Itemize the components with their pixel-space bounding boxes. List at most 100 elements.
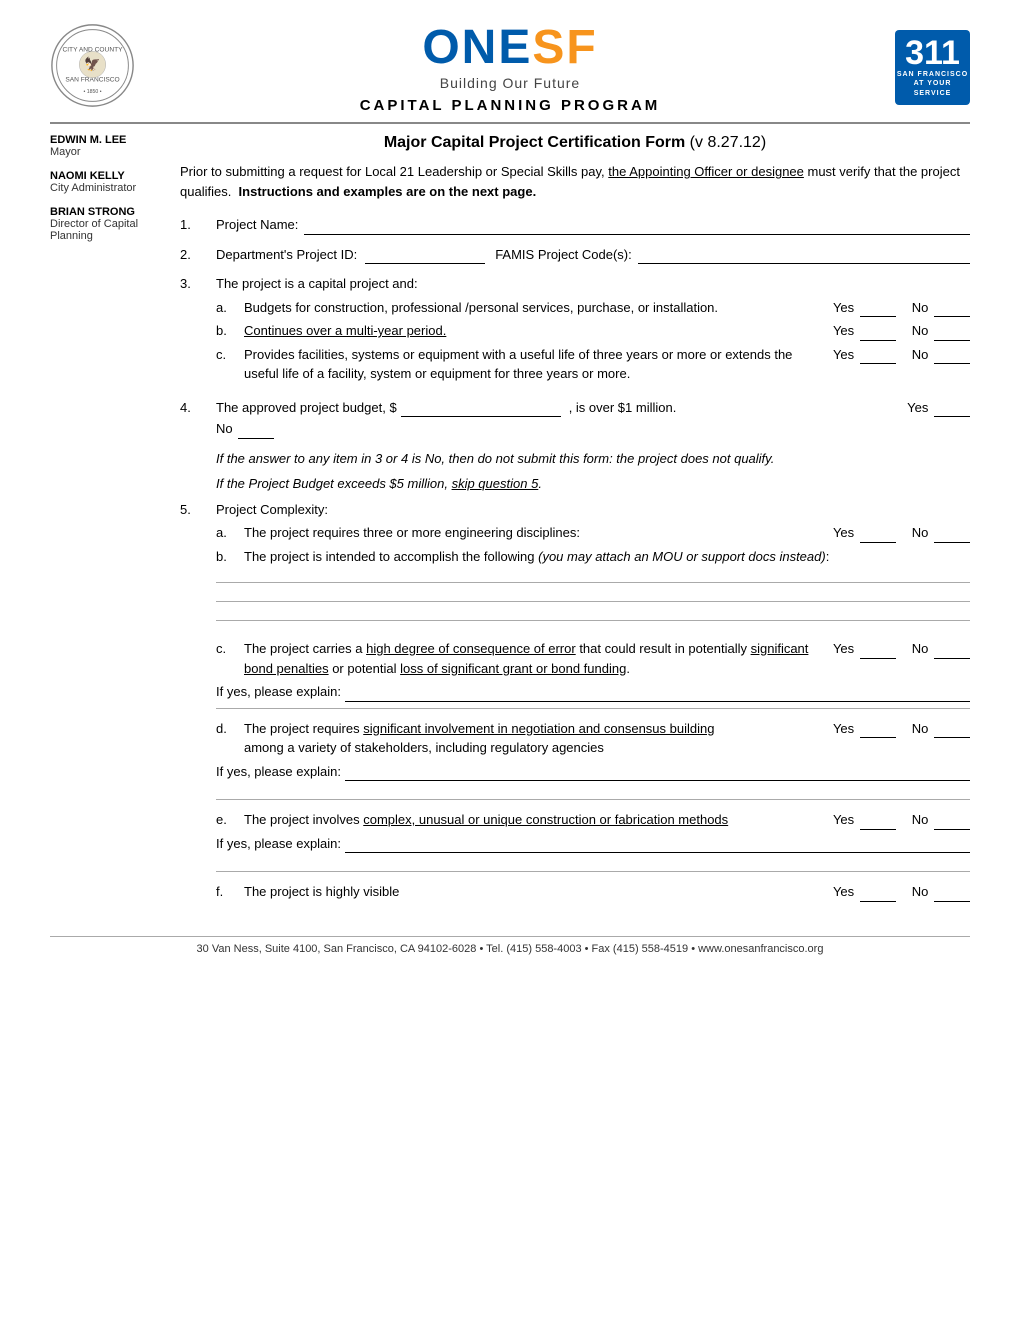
q5e-yn: Yes No: [823, 810, 970, 830]
q5e-text: The project involves complex, unusual or…: [244, 810, 823, 830]
q4-field[interactable]: [401, 416, 561, 417]
badge-311-container: 311 SAN FRANCISCOAT YOUR SERVICE: [880, 30, 970, 105]
person2-name: NAOMI KELLY: [50, 170, 170, 182]
q5e-yes-label: Yes: [833, 810, 896, 830]
q5d-yes-blank[interactable]: [860, 737, 896, 738]
q3a-yes-blank[interactable]: [860, 316, 896, 317]
q3c-text: Provides facilities, systems or equipmen…: [244, 345, 823, 384]
q3b-no-blank[interactable]: [934, 340, 970, 341]
q5d-underline: significant involvement in negotiation a…: [363, 721, 714, 736]
q4-body: The approved project budget, $ , is over…: [216, 398, 970, 439]
q5c-write-line: [216, 708, 970, 709]
q5a-yes-label: Yes: [833, 523, 896, 543]
q3b-row: Continues over a multi-year period. Yes …: [244, 321, 970, 341]
svg-text:🦅: 🦅: [84, 55, 100, 71]
q3b-yes-blank[interactable]: [860, 340, 896, 341]
q3c-yes-blank[interactable]: [860, 363, 896, 364]
q5e-underline: complex, unusual or unique construction …: [363, 812, 728, 827]
italic-note1: If the answer to any item in 3 or 4 is N…: [216, 449, 970, 469]
q4-mid: , is over $1 million.: [565, 398, 677, 418]
q5d-explain-label: If yes, please explain:: [216, 762, 345, 782]
q3c: c. Provides facilities, systems or equip…: [216, 345, 970, 384]
q5b-text: The project is intended to accomplish th…: [244, 547, 970, 567]
q5b-line3[interactable]: [216, 620, 970, 621]
q2-body: Department's Project ID: FAMIS Project C…: [216, 245, 970, 265]
question-4: 4. The approved project budget, $ , is o…: [180, 398, 970, 439]
sf-seal: CITY AND COUNTY SAN FRANCISCO SEAL 🦅 • 1…: [50, 23, 140, 111]
q5f-row: The project is highly visible Yes No: [244, 882, 970, 902]
onesf-logo: ONESF Building Our Future: [140, 20, 880, 91]
q1-number: 1.: [180, 215, 216, 232]
q5e-explain: If yes, please explain:: [216, 834, 970, 854]
q3c-letter: c.: [216, 345, 244, 365]
q5c-explain-field[interactable]: [345, 688, 970, 702]
q3b-text: Continues over a multi-year period.: [244, 321, 823, 341]
q5-label: Project Complexity:: [216, 500, 970, 520]
person3-name: BRIAN STRONG: [50, 206, 170, 218]
q5b-lines: [216, 582, 970, 621]
q4-number: 4.: [180, 398, 216, 415]
q2-famis: FAMIS Project Code(s):: [495, 245, 970, 265]
q5b-line1[interactable]: [216, 582, 970, 583]
q5c-yes-label: Yes: [833, 639, 896, 659]
header-center: ONESF Building Our Future CAPITAL PLANNI…: [140, 20, 880, 114]
q5f-no-label: No: [912, 882, 970, 902]
q1-label: Project Name:: [216, 215, 304, 235]
q2-dept-field[interactable]: [365, 250, 485, 264]
q3a-row: Budgets for construction, professional /…: [244, 298, 970, 318]
q5f-letter: f.: [216, 882, 244, 902]
q4-no-blank[interactable]: [238, 438, 274, 439]
q5-number: 5.: [180, 500, 216, 517]
q3a-yes-label: Yes: [833, 298, 896, 318]
badge-city: SAN FRANCISCOAT YOUR SERVICE: [895, 70, 970, 97]
q5d-letter: d.: [216, 719, 244, 739]
form-version: (v 8.27.12): [690, 134, 766, 151]
q5f-no-blank[interactable]: [934, 901, 970, 902]
q5d-no-blank[interactable]: [934, 737, 970, 738]
italic-note2: If the Project Budget exceeds $5 million…: [216, 474, 970, 494]
q5f-yes-blank[interactable]: [860, 901, 896, 902]
form-content: Major Capital Project Certification Form…: [180, 134, 970, 916]
q5b-line2[interactable]: [216, 601, 970, 602]
q5d-yn: Yes No: [823, 719, 970, 739]
q5e-yes-blank[interactable]: [860, 829, 896, 830]
q5d-no-label: No: [912, 719, 970, 739]
q5c-row: The project carries a high degree of con…: [244, 639, 970, 678]
q5a-text: The project requires three or more engin…: [244, 523, 823, 543]
sidebar-person1: EDWIN M. LEE Mayor: [50, 134, 170, 158]
q3c-no-blank[interactable]: [934, 363, 970, 364]
q5e-write-line: [216, 871, 970, 872]
q5e-explain-field[interactable]: [345, 839, 970, 853]
q2-famis-field[interactable]: [638, 250, 970, 264]
header-divider: [50, 122, 970, 124]
q5a-no-blank[interactable]: [934, 542, 970, 543]
q5e-no-blank[interactable]: [934, 829, 970, 830]
q5c-letter: c.: [216, 639, 244, 659]
person2-title: City Administrator: [50, 182, 170, 194]
q4-label: The approved project budget, $: [216, 398, 397, 418]
q5c-no-blank[interactable]: [934, 658, 970, 659]
page: CITY AND COUNTY SAN FRANCISCO SEAL 🦅 • 1…: [0, 0, 1020, 1320]
q5a-yes-blank[interactable]: [860, 542, 896, 543]
q3-number: 3.: [180, 274, 216, 291]
q3c-yn: Yes No: [823, 345, 970, 365]
q5c-underline1: high degree of consequence of error: [366, 641, 576, 656]
onesf-text: ONESF: [422, 20, 597, 75]
q5c-yn: Yes No: [823, 639, 970, 659]
q5a-no-label: No: [912, 523, 970, 543]
q1-field[interactable]: [304, 221, 970, 235]
q5f-yn: Yes No: [823, 882, 970, 902]
form-title-text: Major Capital Project Certification Form: [384, 134, 685, 151]
q5c-underline3: loss of significant grant or bond fundin…: [400, 661, 626, 676]
footer: 30 Van Ness, Suite 4100, San Francisco, …: [50, 936, 970, 955]
sidebar-person3: BRIAN STRONG Director of Capital Plannin…: [50, 206, 170, 242]
q5d-text: The project requires significant involve…: [244, 719, 823, 758]
q3-label: The project is a capital project and:: [216, 274, 970, 294]
q3a-no-blank[interactable]: [934, 316, 970, 317]
main-layout: EDWIN M. LEE Mayor NAOMI KELLY City Admi…: [50, 134, 970, 916]
q4-yes-blank[interactable]: [934, 416, 970, 417]
q5c-yes-blank[interactable]: [860, 658, 896, 659]
q5c-explain-label: If yes, please explain:: [216, 682, 345, 702]
q5d-explain-field[interactable]: [345, 767, 970, 781]
q5-body: Project Complexity: a. The project requi…: [216, 500, 970, 906]
